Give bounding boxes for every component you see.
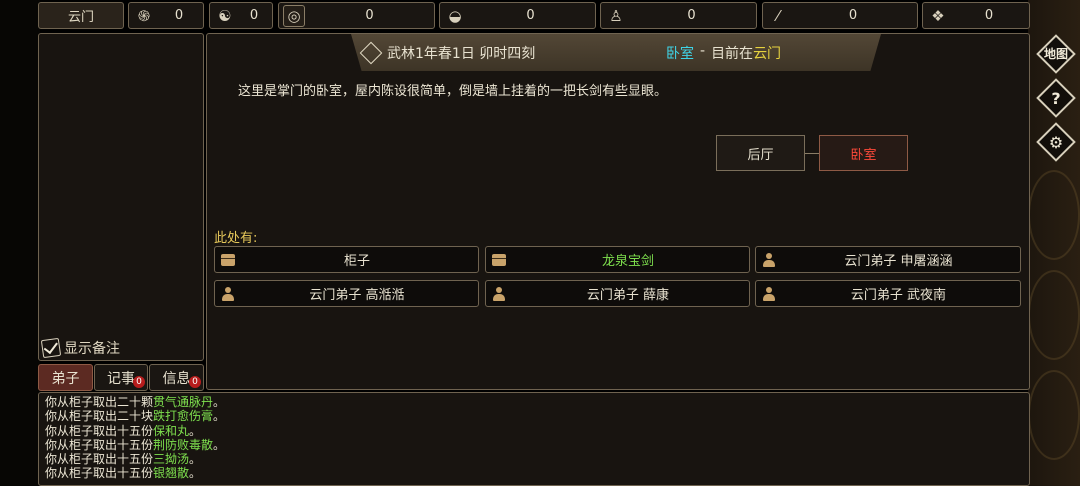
log-line: 你从柜子取出十五份银翘散。 [45,466,202,481]
person-icon [761,252,777,268]
tab-label: 弟子 [51,370,80,387]
location-info: 卧室 - 目前在云门 [666,43,781,63]
item-name: 柜子 [343,254,370,269]
ornament-swirl [1028,270,1080,360]
ore-icon: ❖ [931,6,945,25]
scroll-icon: ⁄ [776,6,780,25]
chest-icon [220,252,236,268]
here-item-chest[interactable]: 柜子 [214,246,479,273]
room-label: 卧室 [850,147,877,163]
current-location: 云门 [753,45,782,62]
message-log[interactable]: 你从柜子取出二十颗贯气通脉丹。 你从柜子取出二十块跌打愈伤膏。 你从柜子取出十五… [38,392,1030,486]
spiral-coin-icon: ֍ [137,6,151,25]
resource-spiral-coin[interactable]: ֍ 0 [128,2,204,29]
yin-yang-icon: ☯ [218,6,232,25]
resource-value: 0 [984,8,994,23]
map-room-bedroom[interactable]: 卧室 [819,135,908,171]
here-npc-1[interactable]: 云门弟子 申屠涵涵 [755,246,1021,273]
map-room-rear-hall[interactable]: 后厅 [716,135,805,171]
tab-label: 信息 [162,370,191,387]
npc-name: 云门弟子 武夜南 [850,288,947,303]
help-icon: ? [1051,88,1061,108]
resource-value: 0 [687,8,696,23]
npc-name: 云门弟子 申屠涵涵 [844,254,953,269]
separator: - [700,42,706,59]
item-name: 龙泉宝剑 [601,254,654,269]
show-notes-label: 显示备注 [64,341,120,357]
settings-button[interactable]: ⚙ [1036,122,1076,162]
sect-name: 云门 [67,10,94,25]
here-item-sword[interactable]: 龙泉宝剑 [485,246,750,273]
person-icon [220,286,236,302]
game-date: 武林1年春1日 卯时四刻 [387,45,536,62]
notification-badge: 0 [189,376,201,388]
map-icon: 地图 [1043,46,1068,61]
log-line: 你从柜子取出十五份荆防败毒散。 [45,437,226,452]
log-line: 你从柜子取出二十块跌打愈伤膏。 [45,409,226,424]
here-npc-3[interactable]: 云门弟子 薛康 [485,280,750,307]
resource-ore[interactable]: ❖ 0 [922,2,1030,29]
sect-name-tab[interactable]: 云门 [38,2,124,29]
log-line: 你从柜子取出十五份三拗汤。 [45,452,202,467]
food-bowl-icon: ◒ [448,6,462,25]
resource-yin-yang[interactable]: ☯ 0 [209,2,273,29]
left-background [0,0,40,486]
resource-copper-coin[interactable]: ◎ 0 [278,2,435,29]
room-connector [805,153,819,154]
gourd-icon: ♙ [609,6,623,25]
help-button[interactable]: ? [1036,78,1076,118]
log-line: 你从柜子取出二十颗贯气通脉丹。 [45,395,226,409]
here-npc-4[interactable]: 云门弟子 武夜南 [755,280,1021,307]
tab-disciples[interactable]: 弟子 [38,364,93,391]
resource-value: 0 [174,8,184,23]
copper-coin-icon: ◎ [283,4,305,27]
tab-messages[interactable]: 信息 0 [149,364,204,391]
resource-scroll[interactable]: ⁄ 0 [762,2,918,29]
checkbox-checked-icon[interactable] [40,337,62,359]
resource-value: 0 [365,8,374,23]
show-notes-toggle[interactable]: 显示备注 [40,337,120,359]
disciple-list-panel[interactable] [38,33,204,361]
room-label: 后厅 [747,147,774,163]
here-npc-2[interactable]: 云门弟子 高湉湉 [214,280,479,307]
location-prefix: 目前在 [711,45,754,62]
tab-notes[interactable]: 记事 0 [94,364,148,391]
calendar-icon [359,41,383,64]
treasure-chest-icon [491,252,507,268]
gear-icon: ⚙ [1048,132,1064,152]
person-icon [761,286,777,302]
person-icon [491,286,507,302]
resource-food[interactable]: ◒ 0 [439,2,596,29]
room-description: 这里是掌门的卧室，屋内陈设很简单，倒是墙上挂着的一把长剑有些显眼。 [238,84,668,99]
log-line: 你从柜子取出十五份保和丸。 [45,423,202,438]
here-section-label: 此处有: [214,231,258,246]
resource-value: 0 [249,8,259,23]
resource-value: 0 [526,8,535,23]
npc-name: 云门弟子 高湉湉 [309,288,405,303]
map-button[interactable]: 地图 [1036,34,1076,74]
header-banner: 武林1年春1日 卯时四刻 卧室 - 目前在云门 [351,34,881,71]
ornament-swirl [1028,170,1080,260]
current-room-name: 卧室 [666,45,694,62]
npc-name: 云门弟子 薛康 [586,288,670,303]
ornament-swirl [1028,370,1080,460]
resource-value: 0 [848,8,858,23]
tab-label: 记事 [107,370,135,387]
notification-badge: 0 [133,376,145,388]
resource-gourd[interactable]: ♙ 0 [600,2,757,29]
